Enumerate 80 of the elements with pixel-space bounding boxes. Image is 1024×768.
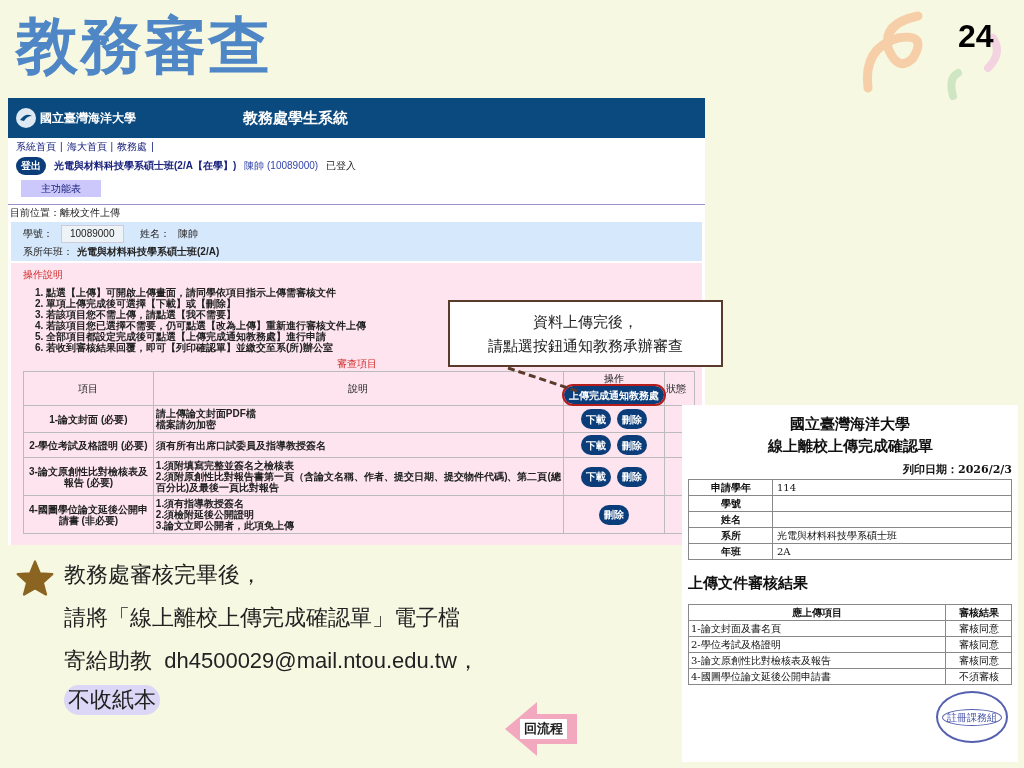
instructions-title: 操作說明: [23, 269, 64, 281]
column-header: 說明: [153, 371, 564, 406]
back-to-flow-button[interactable]: 回流程: [503, 700, 583, 758]
instruction-text: 6. 若收到審核結果回覆，即可【列印確認單】並繳交至系(所)辦公室: [35, 342, 333, 353]
callout-text: 請點選按鈕通知教務承辦審查: [488, 336, 683, 355]
nav-link[interactable]: 系統首頁: [16, 141, 56, 153]
user-name-text: 陳帥 (10089000): [244, 160, 319, 172]
table-cell: 審核同意: [945, 636, 1012, 653]
table-cell: 1.須有指導教授簽名 2.須檢附延後公開證明 3.論文立即公開者，此項免上傳: [153, 495, 564, 534]
print-date: 列印日期：2026/2/3: [903, 462, 1012, 478]
table-cell: 1-論文封面 (必要): [23, 405, 154, 433]
instruction-text: 2. 單項上傳完成後可選擇【下載】或【刪除】: [35, 298, 237, 309]
wave-logo-icon: [16, 108, 36, 128]
login-status-text: 已登入: [326, 160, 357, 172]
instruction-text: 3. 若該項目您不需上傳，請點選【我不需要】: [35, 309, 237, 320]
notify-button[interactable]: 上傳完成通知教務處: [564, 386, 665, 404]
column-header: 項目: [23, 371, 154, 406]
table-cell: 2-學位考試及格證明 (必要): [23, 432, 154, 458]
main-menu-button[interactable]: 主功能表: [21, 180, 101, 197]
instruction-text: 4. 若該項目您已選擇不需要，仍可點選【改為上傳】重新進行審核文件上傳: [35, 320, 367, 331]
table-cell: 3-論文原創性比對檢核表及報告: [688, 652, 946, 669]
info-label-cell: 系所: [688, 527, 773, 543]
document-title: 線上離校上傳完成確認單: [767, 436, 933, 457]
info-label-cell: 申請學年: [688, 479, 773, 495]
instruction-text: 5. 全部項目都設定完成後可點選【上傳完成通知教務處】進行申請: [35, 331, 327, 342]
university-logo-text: 國立臺灣海洋大學: [40, 112, 136, 124]
nav-separator: |: [60, 141, 63, 153]
row-action-button[interactable]: 刪除: [617, 409, 648, 429]
student-id-field: 10089000: [61, 225, 124, 243]
info-label-cell: 姓名: [688, 511, 773, 527]
page-number: 24: [958, 17, 994, 56]
note-text: 請將「線上離校上傳完成確認單」電子檔: [64, 604, 460, 632]
nav-link[interactable]: 教務處: [117, 141, 148, 153]
row-action-button[interactable]: 刪除: [617, 435, 648, 455]
document-title: 國立臺灣海洋大學: [790, 414, 910, 435]
info-value-cell: 114: [772, 479, 1012, 495]
table-cell: 須有所有出席口試委員及指導教授簽名: [153, 432, 564, 458]
column-header: 審核結果: [945, 604, 1012, 621]
system-title: 教務處學生系統: [243, 112, 348, 124]
table-cell: 1.須附填寫完整並簽名之檢核表 2.須附原創性比對報告書第一頁（含論文名稱、作者、提交日期、提交物件代碼)、第二頁(總百分比)及最後一頁比對報告: [153, 457, 564, 496]
nav-link[interactable]: 海大首頁: [66, 141, 107, 153]
nav-separator: |: [151, 141, 154, 153]
review-title: 審查項目: [336, 358, 377, 370]
nav-separator: |: [110, 141, 114, 153]
table-cell: 審核同意: [945, 620, 1012, 637]
row-action-button[interactable]: 下載: [581, 466, 612, 487]
table-cell: 4-國圖學位論文延後公開申請書: [688, 668, 946, 685]
name-value: 陳帥: [177, 228, 198, 240]
user-class-text: 光電與材料科技學系碩士班(2/A【在學】): [54, 160, 237, 172]
info-value-cell: 2A: [772, 543, 1012, 559]
info-label-cell: 學號: [688, 495, 773, 511]
note-text: 寄給助教 dh4500029@mail.ntou.edu.tw，: [64, 647, 479, 675]
info-value-cell: 光電與材料科技學系碩士班: [772, 527, 1012, 543]
callout-text: 資料上傳完後，: [533, 312, 638, 331]
table-cell: 2-學位考試及格證明: [688, 636, 946, 653]
department-label: 系所年班：: [23, 246, 73, 258]
note-text: 教務處審核完畢後，: [64, 561, 262, 589]
table-cell: 3-論文原創性比對檢核表及報告 (必要): [23, 457, 154, 496]
column-header: 操作: [604, 373, 625, 384]
logout-button[interactable]: 登出: [16, 157, 46, 175]
table-cell: 審核同意: [945, 652, 1012, 669]
name-label: 姓名：: [139, 228, 170, 240]
department-value: 光電與材料科技學系碩士班(2/A): [77, 246, 220, 258]
star-icon: [16, 560, 54, 596]
location-text: 目前位置：離校文件上傳: [9, 207, 121, 219]
table-cell: 4-國圖學位論文延後公開申請書 (非必要): [23, 495, 154, 534]
slide-title: 教務審查: [16, 10, 272, 82]
row-action-button[interactable]: 刪除: [599, 504, 630, 525]
table-cell: 請上傳論文封面PDF檔 檔案請勿加密: [153, 405, 564, 433]
table-cell: 1-論文封面及書名頁: [688, 620, 946, 637]
instruction-text: 1. 點選【上傳】可開啟上傳畫面，請同學依項目指示上傳需審核文件: [35, 287, 337, 298]
highlighted-note-text: 不收紙本: [64, 685, 160, 715]
results-title: 上傳文件審核結果: [688, 572, 809, 594]
column-header: 應上傳項目: [688, 604, 946, 621]
info-label-cell: 年班: [688, 543, 773, 559]
row-action-button[interactable]: 刪除: [617, 466, 648, 487]
row-action-button[interactable]: 下載: [581, 435, 612, 455]
student-id-label: 學號：: [23, 228, 53, 240]
row-action-button[interactable]: 下載: [581, 409, 612, 429]
table-cell: 不須審核: [945, 668, 1012, 685]
